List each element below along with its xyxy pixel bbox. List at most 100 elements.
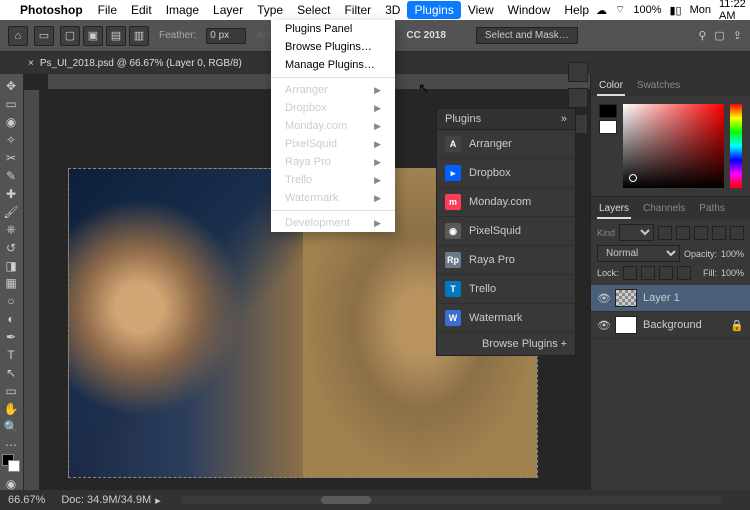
menu-item-watermark[interactable]: Watermark▶ — [271, 189, 395, 207]
zoom-level[interactable]: 66.67% — [8, 494, 45, 506]
menu-select[interactable]: Select — [290, 1, 337, 19]
menu-image[interactable]: Image — [159, 1, 206, 19]
eyedropper-tool-icon[interactable]: ✎ — [0, 168, 22, 185]
path-tool-icon[interactable]: ↖ — [0, 365, 22, 382]
plugin-item[interactable]: WWatermark — [437, 304, 575, 333]
plugin-item[interactable]: TTrello — [437, 275, 575, 304]
layer-name[interactable]: Layer 1 — [643, 292, 680, 304]
shape-tool-icon[interactable]: ▭ — [0, 382, 22, 399]
pen-tool-icon[interactable]: ✒ — [0, 329, 22, 346]
menu-window[interactable]: Window — [501, 1, 558, 19]
layer-name[interactable]: Background — [643, 319, 702, 331]
wifi-icon[interactable]: ⌔ — [615, 3, 625, 17]
status-scrollbar[interactable] — [181, 496, 722, 504]
lock-pos-icon[interactable] — [659, 266, 673, 280]
menu-type[interactable]: Type — [250, 1, 290, 19]
menu-item-arranger[interactable]: Arranger▶ — [271, 81, 395, 99]
crop-tool-icon[interactable]: ✂ — [0, 150, 22, 167]
plugin-item[interactable]: AArranger — [437, 130, 575, 159]
filter-pixel-icon[interactable] — [658, 226, 672, 240]
menu-item-development[interactable]: Development▶ — [271, 214, 395, 232]
selection-add-icon[interactable]: ▣ — [83, 26, 103, 46]
filter-smart-icon[interactable] — [730, 226, 744, 240]
lock-pixels-icon[interactable] — [641, 266, 655, 280]
select-and-mask-button[interactable]: Select and Mask… — [476, 27, 578, 44]
eraser-tool-icon[interactable]: ◨ — [0, 257, 22, 274]
tab-channels[interactable]: Channels — [641, 200, 687, 219]
search-icon[interactable]: ⚲ — [698, 29, 706, 42]
blend-mode-select[interactable]: Normal — [597, 245, 680, 262]
menu-item-dropbox[interactable]: Dropbox▶ — [271, 99, 395, 117]
dodge-tool-icon[interactable]: ◐ — [0, 311, 22, 328]
kind-select[interactable] — [619, 224, 654, 241]
heal-tool-icon[interactable]: ✚ — [0, 185, 22, 202]
cloud-icon[interactable]: ☁ — [596, 4, 607, 17]
home-button[interactable]: ⌂ — [8, 26, 28, 46]
plugin-item[interactable]: ◉PixelSquid — [437, 217, 575, 246]
fill-value[interactable]: 100% — [721, 268, 744, 278]
menu-file[interactable]: File — [91, 1, 124, 19]
opacity-value[interactable]: 100% — [721, 249, 744, 259]
menu-plugins[interactable]: Plugins — [407, 1, 460, 19]
visibility-icon[interactable]: 👁 — [597, 292, 609, 305]
type-tool-icon[interactable]: T — [0, 347, 22, 364]
color-picker[interactable] — [623, 104, 724, 188]
selection-new-icon[interactable]: ▢ — [60, 26, 80, 46]
filter-type-icon[interactable] — [694, 226, 708, 240]
marquee-tool-icon[interactable]: ▭ — [34, 26, 54, 46]
zoom-tool-icon[interactable]: 🔍 — [0, 418, 22, 435]
blur-tool-icon[interactable]: ○ — [0, 293, 22, 310]
lock-trans-icon[interactable] — [623, 266, 637, 280]
close-tab-icon[interactable]: × — [28, 58, 34, 69]
menu-filter[interactable]: Filter — [337, 1, 378, 19]
menu-item-rayapro[interactable]: Raya Pro▶ — [271, 153, 395, 171]
selection-sub-icon[interactable]: ▤ — [106, 26, 126, 46]
plugin-item[interactable]: mMonday.com — [437, 188, 575, 217]
layer-row[interactable]: 👁 Layer 1 — [591, 285, 750, 312]
menu-help[interactable]: Help — [557, 1, 596, 19]
menu-item-browse-plugins[interactable]: Browse Plugins… — [271, 38, 395, 56]
filter-shape-icon[interactable] — [712, 226, 726, 240]
move-tool-icon[interactable]: ✥ — [0, 78, 22, 95]
menu-3d[interactable]: 3D — [378, 1, 407, 19]
layer-thumbnail[interactable] — [615, 316, 637, 334]
menu-item-trello[interactable]: Trello▶ — [271, 171, 395, 189]
visibility-icon[interactable]: 👁 — [597, 319, 609, 332]
tab-color[interactable]: Color — [597, 77, 625, 96]
more-tools-icon[interactable]: ⋯ — [0, 436, 22, 453]
selection-intersect-icon[interactable]: ▥ — [129, 26, 149, 46]
fg-swatch[interactable] — [599, 104, 617, 118]
collapse-panel-icon[interactable]: » — [561, 113, 567, 125]
menu-item-monday[interactable]: Monday.com▶ — [271, 117, 395, 135]
filter-adj-icon[interactable] — [676, 226, 690, 240]
fg-bg-swatch[interactable] — [0, 454, 22, 474]
ruler-vertical[interactable] — [24, 90, 40, 510]
workspace-icon[interactable]: ▢ — [714, 29, 724, 42]
stamp-tool-icon[interactable]: ⎈ — [0, 221, 22, 238]
plugin-item[interactable]: ▸Dropbox — [437, 159, 575, 188]
menu-view[interactable]: View — [461, 1, 501, 19]
layer-thumbnail[interactable] — [615, 289, 637, 307]
chevron-right-icon[interactable]: ▸ — [155, 494, 161, 507]
menu-item-pixelsquid[interactable]: PixelSquid▶ — [271, 135, 395, 153]
brush-tool-icon[interactable]: 🖌 — [0, 203, 22, 220]
bg-swatch[interactable] — [599, 120, 617, 134]
tab-swatches[interactable]: Swatches — [635, 77, 682, 96]
marquee-tool-icon[interactable]: ▭ — [0, 96, 22, 113]
plugin-item[interactable]: RpRaya Pro — [437, 246, 575, 275]
hand-tool-icon[interactable]: ✋ — [0, 400, 22, 417]
feather-input[interactable] — [206, 28, 246, 44]
menu-layer[interactable]: Layer — [206, 1, 250, 19]
history-brush-icon[interactable]: ↺ — [0, 239, 22, 256]
menu-edit[interactable]: Edit — [124, 1, 159, 19]
menu-item-manage-plugins[interactable]: Manage Plugins… — [271, 56, 395, 74]
menu-item-plugins-panel[interactable]: Plugins Panel — [271, 20, 395, 38]
tab-layers[interactable]: Layers — [597, 200, 631, 219]
lasso-tool-icon[interactable]: ◉ — [0, 114, 22, 131]
hue-slider[interactable] — [730, 104, 742, 188]
browse-plugins-link[interactable]: Browse Plugins — [482, 338, 558, 350]
layer-row[interactable]: 👁 Background 🔒 — [591, 312, 750, 339]
wand-tool-icon[interactable]: ✧ — [0, 132, 22, 149]
share-icon[interactable]: ⇪ — [733, 29, 742, 42]
strip-icon-2[interactable] — [568, 88, 588, 108]
